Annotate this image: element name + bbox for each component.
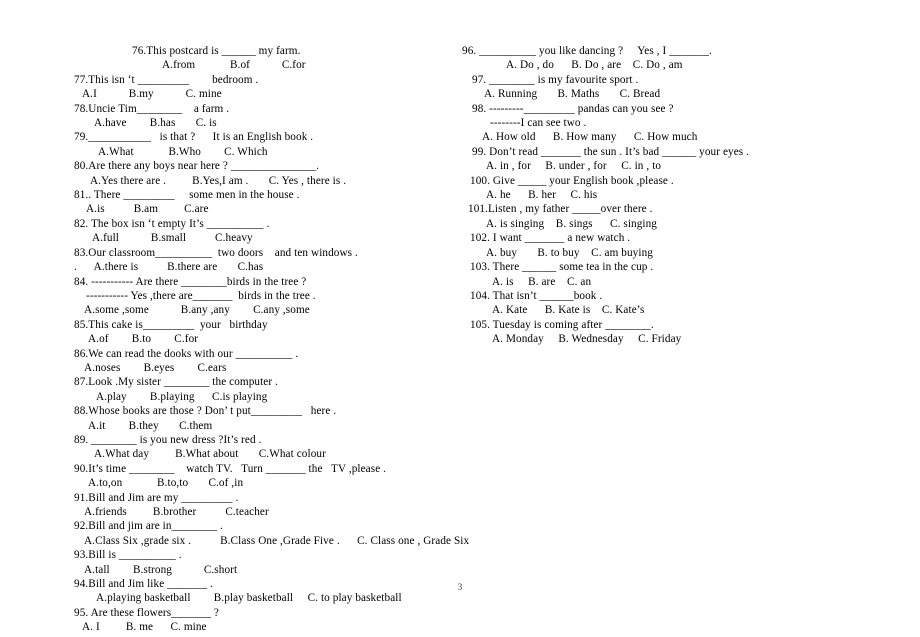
left_column-line: A.What day B.What about C.What colour (94, 448, 326, 461)
left_column-line: ----------- Yes ,there are_______ birds … (86, 289, 316, 302)
left_column-line: 87.Look .My sister ________ the computer… (74, 376, 278, 389)
left_column-line: A.of B.to C.for (88, 333, 199, 346)
left_column-line: 86.We can read the dooks with our ______… (74, 347, 299, 360)
question-column-left: 76.This postcard is ______ my farm. A.fro… (74, 44, 470, 635)
left_column-line: A.Class Six ,grade six . B.Class One ,Gr… (84, 534, 470, 547)
left_column-line: 93.Bill is __________ . (74, 549, 182, 562)
left_column-line: 88.Whose books are those ? Don’ t put___… (74, 405, 337, 418)
left_column-line: 79.___________ is that ? It is an Englis… (74, 131, 314, 144)
right_column-line: 104. That isn’t ______book . (470, 289, 603, 302)
left_column-line: A.full B.small C.heavy (92, 232, 253, 245)
left_column-line: 85.This cake is_________ your birthday (74, 318, 268, 331)
left_column-line: 89. ________ is you new dress ?It’s red … (74, 433, 262, 446)
right_column-line: 102. I want _______ a new watch . (470, 232, 631, 245)
right_column-line: 105. Tuesday is coming after ________. (470, 318, 654, 331)
page-number: 3 (457, 583, 463, 593)
left_column-line: A.Yes there are . B.Yes,I am . C. Yes , … (90, 174, 347, 187)
left_column-line: 81.. There _________ some men in the hou… (74, 189, 300, 202)
left_column-line: A.to,on B.to,to C.of ,in (88, 477, 244, 490)
right_column-line: 101.Listen , my father _____over there . (468, 203, 653, 216)
left_column-line: A.play B.playing C.is playing (96, 390, 268, 403)
right_column-line: A. Monday B. Wednesday C. Friday (492, 333, 682, 346)
right_column-line: A. is B. are C. an (492, 275, 592, 288)
left_column-line: 92.Bill and jim are in________ . (74, 520, 223, 533)
left_column-line: A.it B.they C.them (88, 419, 213, 432)
right_column-line: 99. Don’t read _______ the sun . It’s ba… (472, 145, 750, 158)
left_column-line: A.have B.has C. is (94, 117, 217, 130)
left_column-line: A. I B. me C. mine (82, 621, 207, 634)
right_column-line: 98. ---------_________ pandas can you se… (472, 102, 674, 115)
left_column-line: A.I B.my C. mine (82, 88, 222, 101)
worksheet-page: 76.This postcard is ______ my farm. A.fro… (0, 0, 920, 637)
left_column-line: A.is B.am C.are (86, 203, 209, 216)
left_column-line: A.What B.Who C. Which (98, 145, 268, 158)
left_column-line: 95. Are these flowers_______ ? (74, 606, 219, 619)
left_column-line: A.tall B.strong C.short (84, 563, 238, 576)
left_column-line: 76.This postcard is ______ my farm. (132, 45, 301, 57)
left_column-line: . A.there is B.there are C.has (74, 261, 264, 274)
right_column-line: 103. There ______ some tea in the cup . (470, 261, 654, 274)
right_column-line: A. buy B. to buy C. am buying (486, 246, 653, 259)
left_column-line: 80.Are there any boys near here ? ______… (74, 160, 320, 173)
right_column-line: A. is singing B. sings C. singing (486, 217, 658, 230)
right_column-line: 97. ________ is my favourite sport . (472, 73, 639, 86)
left_column-line: A.friends B.brother C.teacher (84, 506, 269, 518)
right_column-line: A. How old B. How many C. How much (482, 131, 698, 144)
question-column-right: 96. __________ you like dancing ? Yes , … (462, 44, 862, 347)
left_column-line: 90.It’s time ________ watch TV. Turn ___… (74, 462, 387, 475)
left_column-line: 83.Our classroom__________ two doors and… (74, 246, 358, 259)
left_column-line: A.some ,some B.any ,any C.any ,some (84, 304, 310, 317)
left_column-line: 91.Bill and Jim are my _________ . (74, 491, 239, 504)
right_column-line: --------I can see two . (490, 117, 587, 130)
left_column-line: A.noses B.eyes C.ears (84, 361, 227, 374)
right_column-line: 100. Give _____ your English book ,pleas… (470, 174, 674, 187)
left_column-line: A.playing basketball B.play basketball C… (96, 592, 402, 605)
left_column-line: 77.This isn ‘t _________ bedroom . (74, 73, 259, 86)
left_column-line: 78.Uncie Tim________ a farm . (74, 102, 230, 115)
left_column-line: 84. ----------- Are there ________birds … (74, 275, 307, 288)
right_column-line: A. in , for B. under , for C. in , to (486, 160, 662, 173)
left_column-line: 82. The box isn ‘t empty It’s __________… (74, 217, 270, 230)
right_column-line: A. Do , do B. Do , are C. Do , am (506, 59, 683, 72)
right_column-line: A. Running B. Maths C. Bread (484, 88, 661, 101)
right_column-line: A. he B. her C. his (486, 189, 598, 202)
left_column-line: A.from B.of C.for (162, 59, 306, 72)
right_column-line: 96. __________ you like dancing ? Yes , … (462, 45, 712, 57)
right_column-line: A. Kate B. Kate is C. Kate’s (492, 304, 645, 317)
